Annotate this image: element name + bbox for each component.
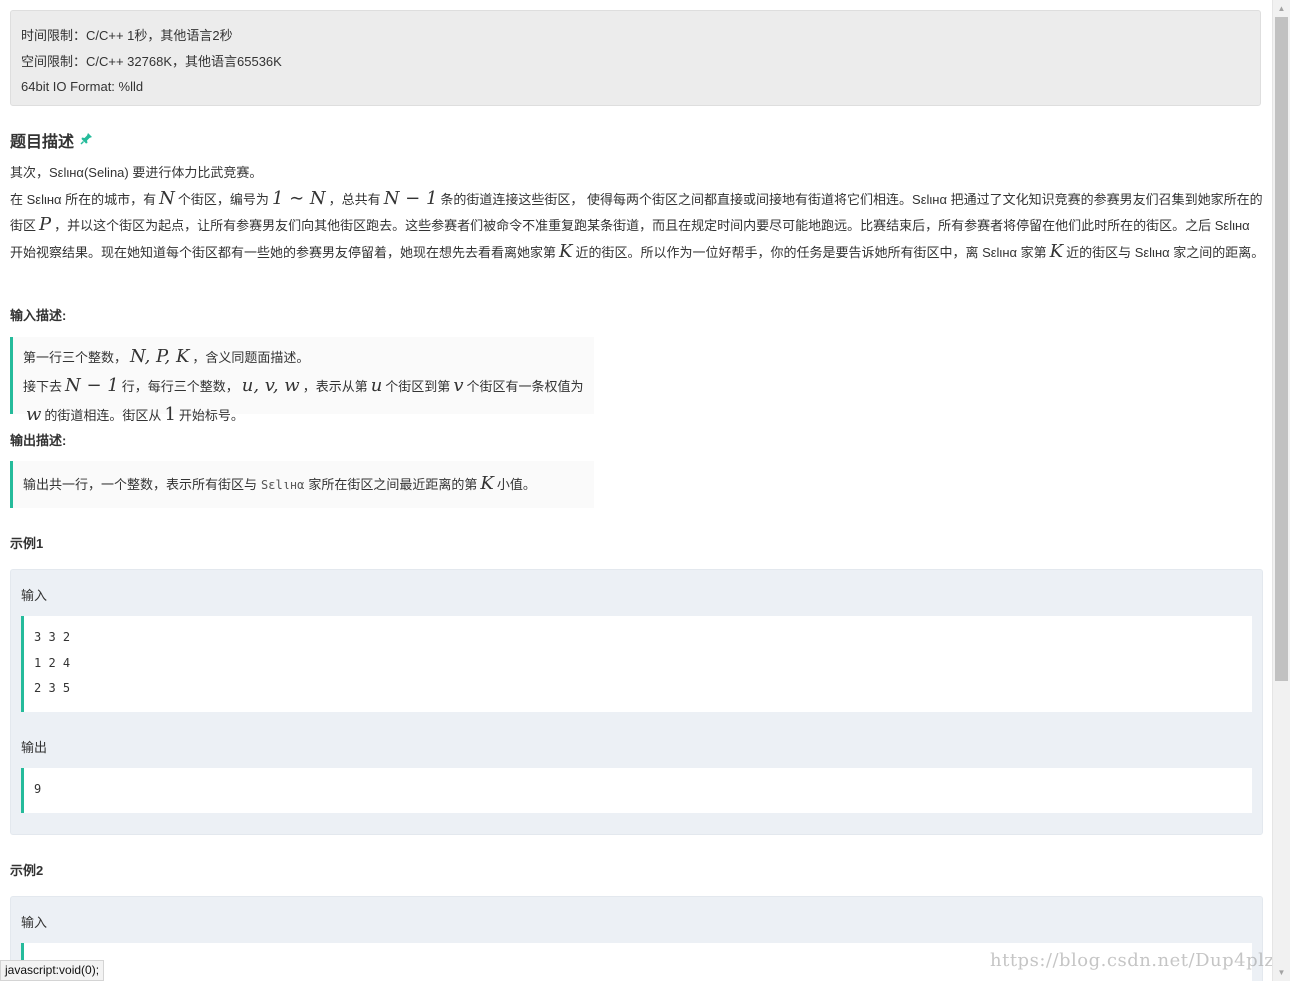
math-v: v [453, 375, 464, 396]
math-n-minus-1: N − 1 [383, 187, 438, 209]
input-text: 接下去 [23, 379, 63, 394]
scroll-up-icon[interactable]: ▲ [1273, 0, 1290, 17]
input-text: 的街道相连。街区从 [44, 408, 162, 423]
input-desc-title: 输入描述: [10, 308, 67, 323]
io-format: 64bit IO Format: %lld [21, 79, 144, 94]
math-n-minus-1: N − 1 [65, 375, 119, 396]
inline-code-selina: Sεlιнα [261, 478, 305, 492]
output-text: 家所在街区之间最近距离的第 [308, 477, 478, 492]
math-u: u [370, 375, 383, 396]
math-w: w [26, 404, 42, 425]
input-desc-block: 第一行三个整数， N, P, K ，含义同题面描述。 接下去 N − 1 行，每行三个整… [10, 337, 594, 425]
math-NPK: N, P, K [130, 346, 190, 367]
status-bar: javascript:void(0); [0, 960, 105, 981]
desc-text: ，总共有 [328, 191, 381, 207]
desc-paragraph: 在 Sεlιнα 所在的城市，有 N 个街区，编号为 1 ∼ N ，总共有 N − 1 条的… [10, 186, 1265, 266]
pin-icon[interactable] [80, 132, 93, 148]
example-1-box: 输入 3 3 2 1 2 4 2 3 5 输出 9 [10, 569, 1263, 835]
input-text: ，表示从第 [302, 379, 368, 394]
desc-line-1: 其次，Sεlιнα(Selina) 要进行体力比武竞赛。 [10, 165, 263, 180]
example-1-input-code[interactable]: 3 3 2 1 2 4 2 3 5 [21, 616, 1252, 712]
time-limit: 时间限制：C/C++ 1秒，其他语言2秒 [21, 28, 233, 43]
desc-text: 近的街区。所以作为一位好帮手，你的任务是要告诉她所有街区中，离 Sεlιнα 家… [575, 244, 1047, 260]
input-text: ，含义同题面描述。 [192, 350, 310, 365]
problem-page: 时间限制：C/C++ 1秒，其他语言2秒 空间限制：C/C++ 32768K，其… [0, 0, 1272, 981]
output-line-1: 输出共一行，一个整数，表示所有街区与 Sεlιнα 家所在街区之间最近距离的第 K 小值… [23, 467, 584, 502]
math-range: 1 ∼ N [271, 187, 326, 209]
scroll-down-icon[interactable]: ▼ [1273, 964, 1290, 981]
problem-title: 题目描述 [10, 128, 93, 152]
code-line: 1 2 4 [34, 655, 71, 670]
math-P: P [39, 214, 52, 236]
problem-title-text: 题目描述 [10, 134, 75, 151]
output-desc-title: 输出描述: [10, 433, 67, 448]
code-line: 2 3 5 [34, 681, 71, 695]
input-line-2: 接下去 N − 1 行，每行三个整数， u, v, w ，表示从第 u 个街区到第 v 个街区有… [23, 372, 584, 430]
example-2-title: 示例2 [10, 863, 44, 878]
example-1-title: 示例1 [10, 536, 44, 551]
desc-text: 个街区，编号为 [177, 191, 269, 207]
math-K: K [480, 473, 494, 494]
math-uvw: u, v, w [241, 375, 300, 396]
code-line: 3 3 2 [34, 630, 71, 644]
math-1: 1 [164, 404, 176, 425]
limits-box: 时间限制：C/C++ 1秒，其他语言2秒 空间限制：C/C++ 32768K，其… [10, 10, 1261, 106]
math-K: K [1049, 240, 1064, 262]
output-text: 输出共一行，一个整数，表示所有街区与 [23, 477, 258, 492]
input-text: 个街区到第 [385, 379, 451, 394]
example-1-output-label: 输出 [21, 740, 48, 755]
example-1-input-label: 输入 [21, 588, 48, 603]
output-text: 小值。 [496, 477, 536, 492]
input-line-1: 第一行三个整数， N, P, K ，含义同题面描述。 [23, 343, 584, 372]
watermark: https://blog.csdn.net/Dup4plz [990, 950, 1272, 971]
input-text: 行，每行三个整数， [121, 379, 239, 394]
example-1-output-code[interactable]: 9 [21, 768, 1252, 813]
input-text: 个街区有一条权值为 [466, 379, 584, 394]
scrollbar-thumb[interactable] [1275, 17, 1288, 681]
input-text: 开始标号。 [178, 408, 244, 423]
math-K: K [559, 240, 573, 262]
desc-text: 近的街区与 Sεlιнα 家之间的距离。 [1066, 244, 1265, 260]
input-text: 第一行三个整数， [23, 350, 128, 365]
problem-description: 其次，Sεlιнα(Selina) 要进行体力比武竞赛。 在 Sεlιнα 所在… [10, 160, 1265, 265]
vertical-scrollbar[interactable]: ▲ ▼ [1272, 0, 1290, 981]
example-2-input-label: 输入 [21, 915, 48, 930]
space-limit: 空间限制：C/C++ 32768K，其他语言65536K [21, 53, 282, 69]
math-N: N [159, 187, 175, 209]
output-desc-block: 输出共一行，一个整数，表示所有街区与 Sεlιнα 家所在街区之间最近距离的第 K 小值… [10, 461, 594, 508]
desc-text: 在 Sεlιнα 所在的城市，有 [10, 191, 157, 207]
code-line: 9 [34, 782, 42, 796]
